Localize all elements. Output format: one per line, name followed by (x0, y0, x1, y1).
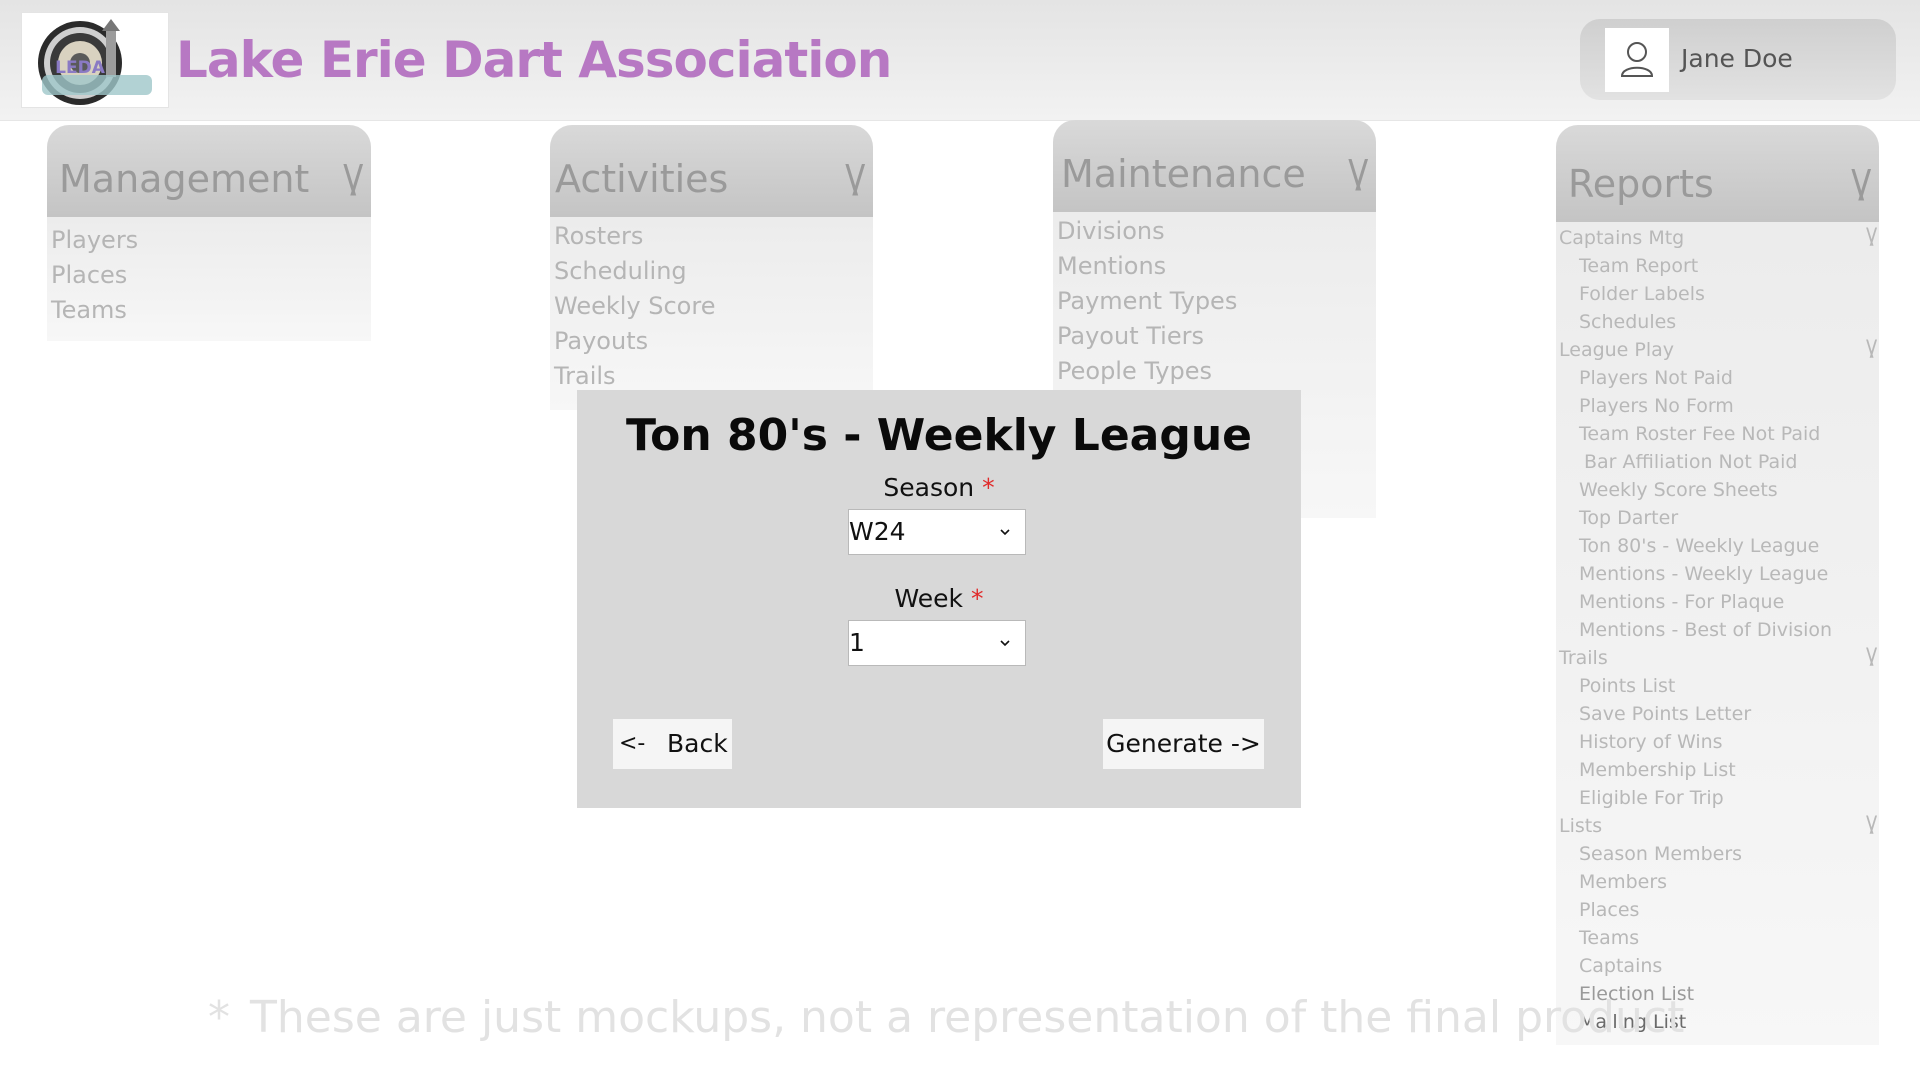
menu-item-weekly-score[interactable]: Weekly Score (554, 289, 715, 323)
report-item[interactable]: Places (1579, 897, 1639, 923)
reports-menu: Reports \/ Captains Mtg \/ Team Report F… (1556, 125, 1879, 1045)
chevron-down-icon[interactable]: \/ (1866, 645, 1877, 671)
report-item[interactable]: Bar Affiliation Not Paid (1584, 449, 1797, 475)
chevron-down-icon (999, 637, 1011, 649)
user-icon (1620, 42, 1654, 77)
report-item[interactable]: Ton 80's - Weekly League (1579, 533, 1819, 559)
report-item[interactable]: Save Points Letter (1579, 701, 1751, 727)
season-label: Season * (577, 471, 1301, 505)
back-arrow-icon: <- (619, 731, 646, 756)
management-menu: Management \/ Players Places Teams (47, 125, 371, 341)
dartboard-logo-icon: LEDA (38, 19, 152, 105)
report-item[interactable]: Team Report (1579, 253, 1698, 279)
menu-item-payment-types[interactable]: Payment Types (1057, 284, 1237, 318)
report-group-lists[interactable]: Lists (1559, 813, 1602, 839)
report-item[interactable]: Top Darter (1579, 505, 1678, 531)
chevron-down-icon[interactable]: \/ (1866, 337, 1877, 363)
report-item[interactable]: Season Members (1579, 841, 1742, 867)
app-header: LEDA Lake Erie Dart Association Jane Doe (0, 0, 1920, 121)
user-name: Jane Doe (1681, 44, 1793, 73)
menu-item-payout-tiers[interactable]: Payout Tiers (1057, 319, 1204, 353)
report-item[interactable]: Mentions - Best of Division (1579, 617, 1832, 643)
back-button[interactable]: <- Back (613, 719, 732, 769)
management-menu-body: Players Places Teams (47, 217, 371, 341)
season-label-text: Season (883, 473, 975, 502)
avatar[interactable] (1605, 28, 1669, 92)
activities-menu: Activities \/ Rosters Scheduling Weekly … (550, 125, 873, 410)
menu-item-mentions[interactable]: Mentions (1057, 249, 1166, 283)
report-item[interactable]: Captains (1579, 953, 1662, 979)
report-item[interactable]: Points List (1579, 673, 1675, 699)
report-item[interactable]: Teams (1579, 925, 1639, 951)
chevron-down-icon: \/ (1851, 162, 1870, 206)
generate-button[interactable]: Generate -> (1103, 719, 1264, 769)
week-select[interactable]: 1 (848, 620, 1026, 666)
menu-item-teams[interactable]: Teams (51, 293, 127, 327)
week-label-text: Week (894, 584, 964, 613)
week-label: Week * (577, 582, 1301, 616)
menu-title: Reports (1568, 162, 1714, 206)
management-menu-header[interactable]: Management \/ (47, 125, 371, 217)
report-dialog: Ton 80's - Weekly League Season * W24 We… (577, 390, 1301, 808)
menu-item-divisions[interactable]: Divisions (1057, 214, 1165, 248)
menu-item-scheduling[interactable]: Scheduling (554, 254, 687, 288)
report-item[interactable]: Schedules (1579, 309, 1676, 335)
report-item[interactable]: History of Wins (1579, 729, 1723, 755)
chevron-down-icon[interactable]: \/ (1866, 813, 1877, 839)
menu-item-places[interactable]: Places (51, 258, 127, 292)
chevron-down-icon[interactable]: \/ (1866, 225, 1877, 251)
report-item[interactable]: Mentions - Weekly League (1579, 561, 1828, 587)
menu-title: Maintenance (1061, 152, 1306, 196)
report-item[interactable]: Members (1579, 869, 1667, 895)
menu-item-people-types[interactable]: People Types (1057, 354, 1212, 388)
report-item[interactable]: Folder Labels (1579, 281, 1705, 307)
report-item[interactable]: Mentions - For Plaque (1579, 589, 1784, 615)
report-item[interactable]: Team Roster Fee Not Paid (1579, 421, 1820, 447)
asterisk: * (208, 992, 230, 1043)
required-mark: * (982, 473, 995, 502)
report-item[interactable]: Players No Form (1579, 393, 1734, 419)
chevron-down-icon: \/ (343, 157, 362, 201)
report-group-trails[interactable]: Trails (1559, 645, 1608, 671)
chevron-down-icon (999, 526, 1011, 538)
report-group-league-play[interactable]: League Play (1559, 337, 1674, 363)
menu-item-players[interactable]: Players (51, 223, 138, 257)
menu-item-rosters[interactable]: Rosters (554, 219, 643, 253)
report-item[interactable]: Weekly Score Sheets (1579, 477, 1778, 503)
report-item[interactable]: Players Not Paid (1579, 365, 1733, 391)
chevron-down-icon: \/ (845, 157, 864, 201)
app-title: Lake Erie Dart Association (176, 31, 892, 89)
menu-title: Management (59, 157, 310, 201)
season-select-value: W24 (849, 517, 906, 546)
mockup-disclaimer-text: These are just mockups, not a representa… (250, 992, 1685, 1043)
report-item[interactable]: Membership List (1579, 757, 1736, 783)
logo[interactable]: LEDA (21, 12, 169, 108)
user-menu[interactable]: Jane Doe (1580, 19, 1896, 100)
chevron-down-icon: \/ (1348, 152, 1367, 196)
back-button-label: Back (667, 729, 728, 758)
reports-menu-body: Captains Mtg \/ Team Report Folder Label… (1556, 222, 1879, 1045)
required-mark: * (970, 584, 984, 613)
mockup-disclaimer: * These are just mockups, not a represent… (208, 990, 1684, 1046)
activities-menu-header[interactable]: Activities \/ (550, 125, 873, 217)
menu-item-payouts[interactable]: Payouts (554, 324, 648, 358)
activities-menu-body: Rosters Scheduling Weekly Score Payouts … (550, 217, 873, 410)
menu-item-trails[interactable]: Trails (554, 359, 616, 393)
maintenance-menu-header[interactable]: Maintenance \/ (1053, 120, 1376, 212)
week-select-value: 1 (849, 628, 865, 657)
dialog-title: Ton 80's - Weekly League (625, 410, 1253, 461)
report-item[interactable]: Eligible For Trip (1579, 785, 1724, 811)
season-select[interactable]: W24 (848, 509, 1026, 555)
reports-menu-header[interactable]: Reports \/ (1556, 125, 1879, 222)
logo-text: LEDA (55, 58, 106, 78)
report-group-captains-mtg[interactable]: Captains Mtg (1559, 225, 1684, 251)
menu-title: Activities (555, 157, 729, 201)
